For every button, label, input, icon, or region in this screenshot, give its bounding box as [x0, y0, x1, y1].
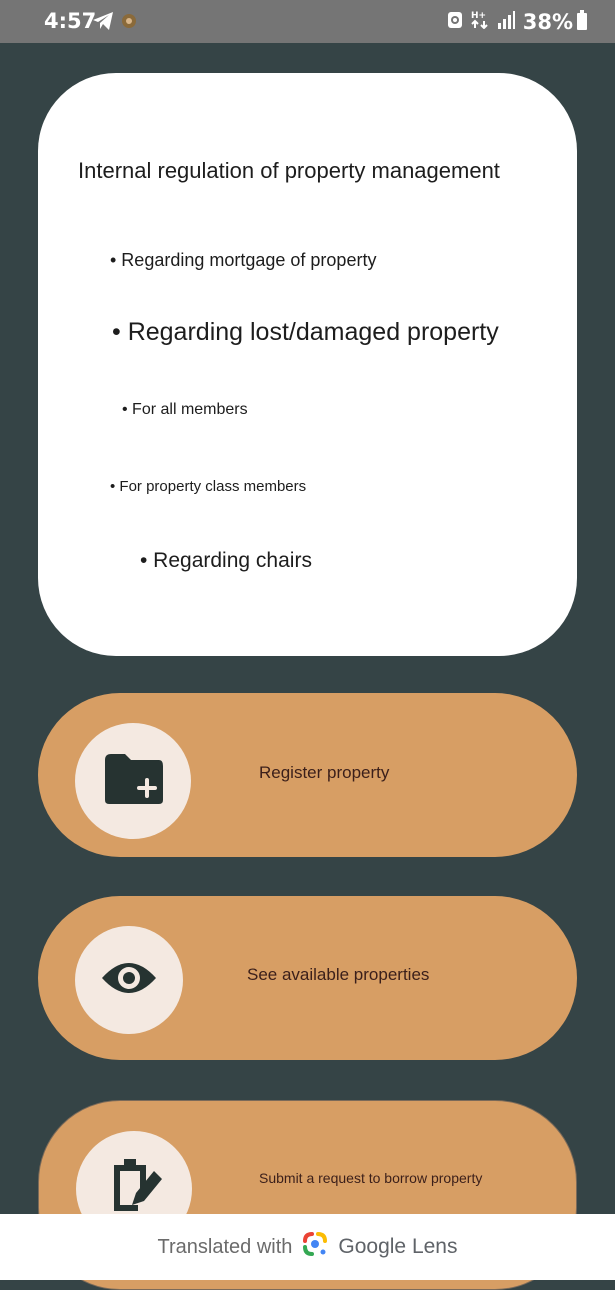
- register-property-label: Register property: [259, 763, 390, 782]
- footer-brand: Google Lens: [338, 1235, 458, 1258]
- status-bar: 4:57 H+ 38%: [0, 0, 615, 43]
- see-available-properties-label: See available properties: [247, 965, 430, 984]
- bullet-lost-damaged[interactable]: • Regarding lost/damaged property: [112, 318, 499, 347]
- svg-text:H+: H+: [471, 11, 486, 21]
- status-time: 4:57: [44, 9, 97, 33]
- card-title: Internal regulation of property manageme…: [78, 158, 500, 183]
- data-icon: H+: [471, 9, 489, 34]
- regulation-card: Internal regulation of property manageme…: [38, 73, 577, 656]
- battery-level: 38%: [522, 9, 573, 34]
- battery-icon: [577, 10, 587, 30]
- register-property-button[interactable]: Register property: [38, 693, 577, 857]
- signal-icon: [497, 10, 515, 34]
- view-icon-circle: [75, 926, 183, 1034]
- eye-icon: [100, 958, 158, 1003]
- telegram-icon: [92, 11, 114, 36]
- footer-prefix: Translated with: [157, 1235, 293, 1258]
- bullet-class-members[interactable]: • For property class members: [110, 478, 306, 495]
- notification-icon: [120, 11, 138, 36]
- bullet-chairs[interactable]: • Regarding chairs: [140, 549, 312, 573]
- translation-footer: Translated with Google Lens: [0, 1214, 615, 1280]
- folder-add-icon: [101, 752, 165, 811]
- google-lens-icon: [302, 1231, 328, 1263]
- status-right: H+ 38%: [447, 9, 573, 34]
- borrow-request-label: Submit a request to borrow property: [259, 1170, 483, 1186]
- see-available-properties-button[interactable]: See available properties: [38, 896, 577, 1060]
- bullet-mortgage[interactable]: • Regarding mortgage of property: [110, 250, 376, 271]
- alarm-icon: [447, 9, 463, 34]
- bullet-all-members[interactable]: • For all members: [122, 401, 248, 419]
- register-icon-circle: [75, 723, 191, 839]
